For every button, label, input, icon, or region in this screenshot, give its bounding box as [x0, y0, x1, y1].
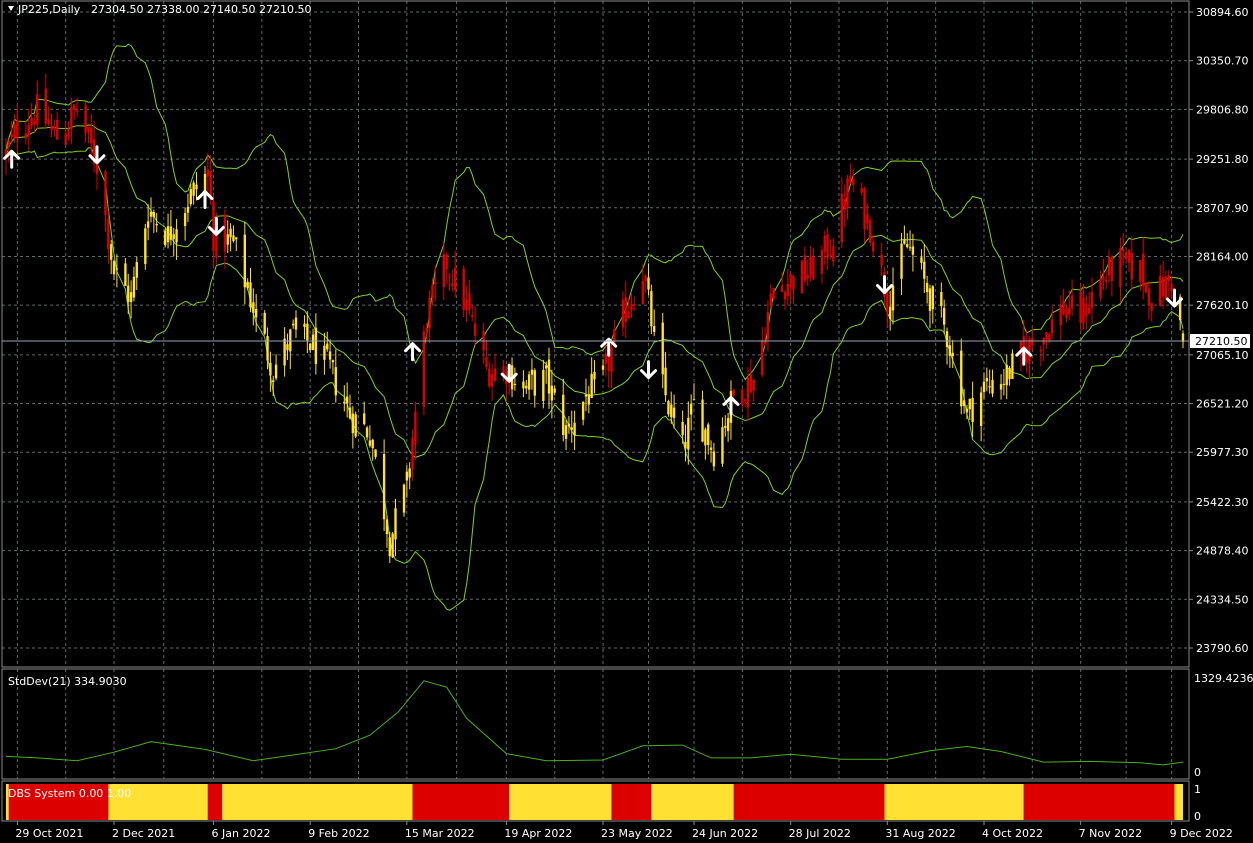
price-tick-label: 26521.20 — [1196, 398, 1249, 411]
date-tick-label: 15 Mar 2022 — [405, 827, 475, 840]
dbs-segment — [509, 784, 612, 820]
dbs-segment — [207, 784, 223, 820]
candle — [800, 259, 804, 294]
price-tick-label: 27065.10 — [1196, 349, 1249, 362]
date-tick-label: 23 May 2022 — [601, 827, 673, 840]
stddev-label: StdDev(21) 334.9030 — [8, 675, 127, 688]
candle — [422, 324, 426, 416]
date-tick-label: 28 Jul 2022 — [789, 827, 851, 840]
stddev-axis-max: 1329.4236 — [1194, 672, 1253, 685]
dbs-segment — [222, 784, 413, 820]
high-value: 27338.00 — [147, 3, 200, 16]
price-tick-label: 28164.00 — [1196, 250, 1249, 263]
price-tick-label: 29806.80 — [1196, 103, 1249, 116]
dbs-segment — [412, 784, 510, 820]
dbs-label: DBS System 0.00 1.00 — [8, 787, 131, 800]
date-tick-label: 7 Nov 2022 — [1079, 827, 1142, 840]
symbol-label: JP225,Daily — [17, 3, 81, 16]
date-tick-label: 6 Jan 2022 — [212, 827, 271, 840]
date-tick-label: 9 Feb 2022 — [308, 827, 369, 840]
dbs-segment — [884, 784, 1024, 820]
dbs-axis-min: 0 — [1194, 810, 1201, 823]
dbs-axis-max: 1 — [1194, 783, 1201, 796]
dbs-panel: DBS System 0.00 1.00 — [6, 784, 1183, 820]
candle — [391, 532, 394, 559]
price-tick-label: 25422.30 — [1196, 496, 1249, 509]
close-value: 27210.50 — [259, 3, 312, 16]
candle — [462, 265, 465, 318]
candle — [772, 287, 775, 301]
candle — [1144, 282, 1148, 294]
current-price-label: 27210.50 — [1195, 335, 1248, 348]
date-tick-label: 2 Dec 2021 — [112, 827, 175, 840]
price-tick-label: 28707.90 — [1196, 202, 1249, 215]
dbs-segment — [733, 784, 885, 820]
open-value: 27304.50 — [91, 3, 144, 16]
price-tick-label: 29251.80 — [1196, 153, 1249, 166]
price-tick-label: 30350.70 — [1196, 55, 1249, 68]
date-tick-label: 19 Apr 2022 — [504, 827, 572, 840]
price-tick-label: 27620.10 — [1196, 299, 1249, 312]
price-tick-label: 24878.40 — [1196, 545, 1249, 558]
price-tick-label: 25977.30 — [1196, 446, 1249, 459]
stddev-axis-min: 0 — [1194, 766, 1201, 779]
date-tick-label: 9 Dec 2022 — [1170, 827, 1233, 840]
price-tick-label: 23790.60 — [1196, 642, 1249, 655]
price-tick-label: 24334.50 — [1196, 593, 1249, 606]
dbs-segment — [611, 784, 652, 820]
candle — [144, 223, 147, 270]
low-value: 27140.50 — [203, 3, 256, 16]
candle — [869, 216, 872, 246]
date-tick-label: 4 Oct 2022 — [982, 827, 1043, 840]
dbs-segment — [1174, 784, 1183, 820]
dbs-segment — [651, 784, 734, 820]
price-tick-label: 30894.60 — [1196, 6, 1249, 19]
candle — [667, 399, 670, 417]
candle — [402, 483, 406, 517]
date-tick-label: 29 Oct 2021 — [15, 827, 83, 840]
date-tick-label: 24 Jun 2022 — [692, 827, 758, 840]
trading-chart[interactable]: DBS System 0.00 1.00 JP225,Daily 27304.5… — [0, 0, 1253, 843]
candle — [1011, 349, 1014, 380]
chart-background — [0, 0, 1253, 843]
candle — [164, 228, 167, 248]
dbs-segment — [1023, 784, 1175, 820]
chart-header: JP225,Daily 27304.50 27338.00 27140.50 2… — [8, 3, 312, 16]
candle — [263, 310, 266, 336]
candle — [354, 411, 357, 438]
date-tick-label: 31 Aug 2022 — [885, 827, 955, 840]
